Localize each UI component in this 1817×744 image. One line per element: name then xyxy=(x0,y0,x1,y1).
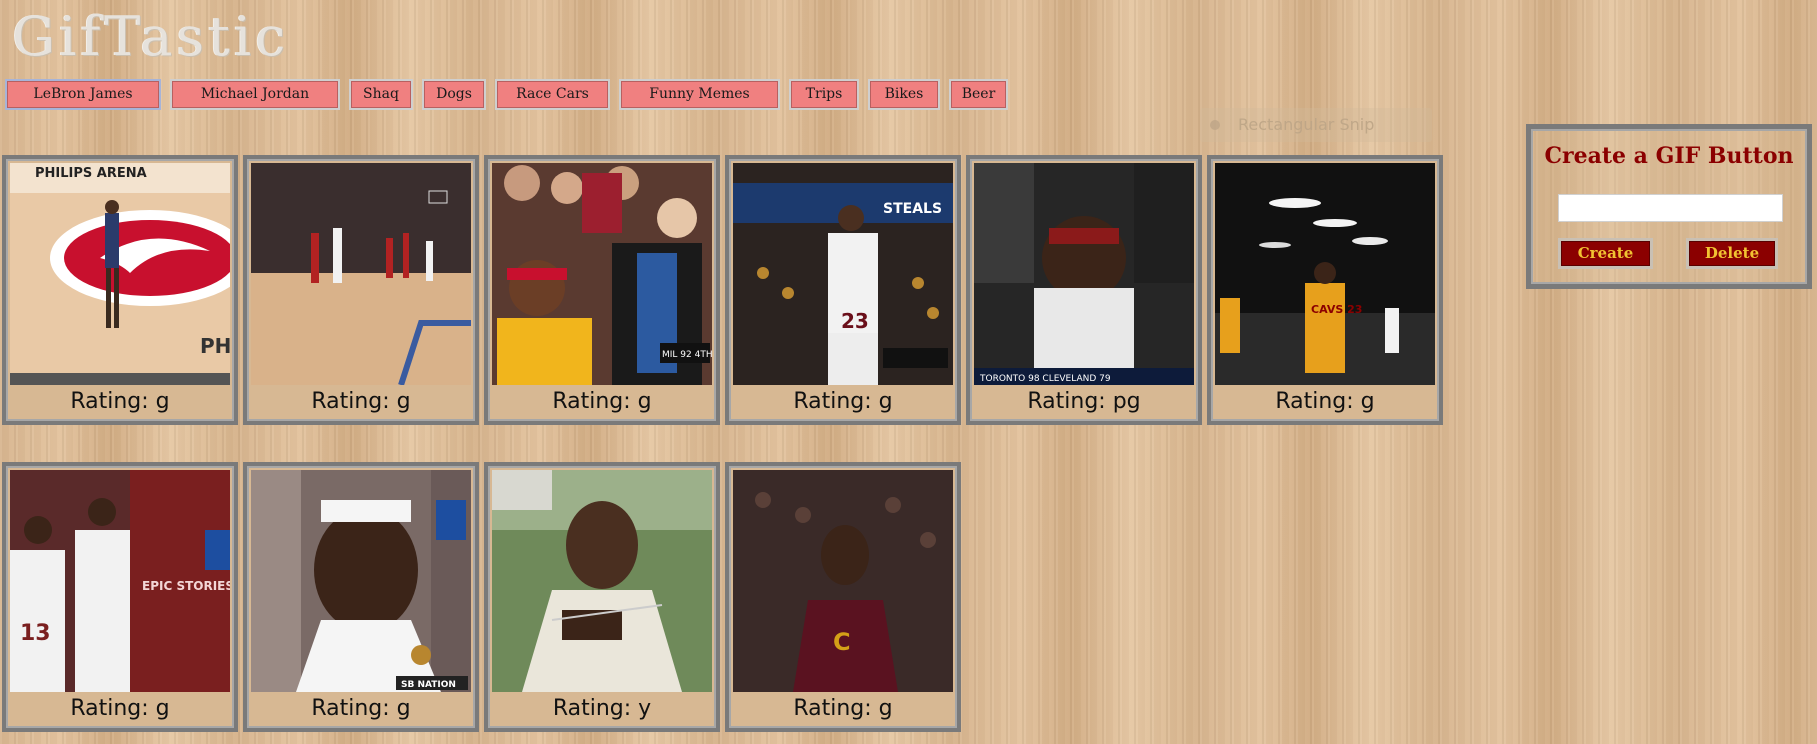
app-title: GifTastic xyxy=(12,5,290,68)
arena-logo-text: PHILIPS ARENA xyxy=(35,166,147,181)
gif-image-player-jersey-23[interactable]: STEALS 23 xyxy=(733,163,953,385)
gif-card[interactable]: Rating: g xyxy=(243,155,479,425)
gif-card[interactable]: EPIC STORIES 13 Rating: g xyxy=(2,462,238,732)
topic-button-beer[interactable]: Beer xyxy=(949,79,1008,110)
banner-text: STEALS xyxy=(883,201,942,217)
gif-image-player-closeup[interactable]: SB NATION xyxy=(251,470,471,692)
gif-image-basketball-game[interactable] xyxy=(251,163,471,385)
scoreboard-text: MIL 92 4TH xyxy=(662,350,712,360)
gif-image-player-outdoors[interactable] xyxy=(492,470,712,692)
snip-icon xyxy=(1210,120,1220,130)
gif-image-player-arena-lights[interactable]: CAVS 23 xyxy=(1215,163,1435,385)
gif-card[interactable]: MIL 92 4TH Rating: g xyxy=(484,155,720,425)
topic-button-funny-memes[interactable]: Funny Memes xyxy=(619,79,780,110)
gif-rating: Rating: pg xyxy=(1027,389,1141,414)
gif-card[interactable]: TORONTO 98 CLEVELAND 79 Rating: pg xyxy=(966,155,1202,425)
svg-text:23: 23 xyxy=(841,309,869,333)
gif-image-teammates-celebrate[interactable]: EPIC STORIES 13 xyxy=(10,470,230,692)
create-button[interactable]: Create xyxy=(1558,238,1653,269)
jersey-text: CAVS 23 xyxy=(1311,303,1362,316)
svg-text:C: C xyxy=(833,628,851,656)
gif-card[interactable]: CAVS 23 Rating: g xyxy=(1207,155,1443,425)
gif-image-courtside-fans[interactable]: MIL 92 4TH xyxy=(492,163,712,385)
topic-button-michael-jordan[interactable]: Michael Jordan xyxy=(170,79,340,110)
gif-rating: Rating: g xyxy=(311,389,411,414)
gif-rating: Rating: y xyxy=(552,696,652,721)
svg-text:13: 13 xyxy=(20,621,51,646)
rectangular-snip-overlay: Rectangular Snip xyxy=(1200,108,1432,142)
gif-rating: Rating: g xyxy=(552,389,652,414)
gif-card[interactable]: Rating: y xyxy=(484,462,720,732)
create-panel-title: Create a GIF Button xyxy=(1544,143,1794,169)
gif-card[interactable]: STEALS 23 Rating: g xyxy=(725,155,961,425)
scoreboard-text: TORONTO 98 CLEVELAND 79 xyxy=(979,374,1111,384)
gif-card[interactable]: C Rating: g xyxy=(725,462,961,732)
gif-card[interactable]: PHILIPS ARENA PH Rating: g xyxy=(2,155,238,425)
new-topic-input[interactable] xyxy=(1558,194,1783,222)
delete-button[interactable]: Delete xyxy=(1686,238,1778,269)
gif-image-arena-court[interactable]: PHILIPS ARENA PH xyxy=(10,163,230,385)
gif-card[interactable]: SB NATION Rating: g xyxy=(243,462,479,732)
gif-rating: Rating: g xyxy=(793,696,893,721)
svg-text:PH: PH xyxy=(200,334,230,358)
create-gif-button-panel: Create a GIF Button Create Delete xyxy=(1526,124,1812,289)
snip-label: Rectangular Snip xyxy=(1238,115,1375,134)
gif-image-player-game-focus[interactable]: C xyxy=(733,470,953,692)
topic-button-race-cars[interactable]: Race Cars xyxy=(495,79,610,110)
gif-rating: Rating: g xyxy=(70,389,170,414)
topic-button-trips[interactable]: Trips xyxy=(789,79,859,110)
topic-button-lebron-james[interactable]: LeBron James xyxy=(5,79,161,110)
gif-rating: Rating: g xyxy=(793,389,893,414)
topic-button-dogs[interactable]: Dogs xyxy=(422,79,486,110)
gif-rating: Rating: g xyxy=(311,696,411,721)
gif-image-player-headband[interactable]: TORONTO 98 CLEVELAND 79 xyxy=(974,163,1194,385)
gif-rating: Rating: g xyxy=(70,696,170,721)
topic-button-bikes[interactable]: Bikes xyxy=(868,79,940,110)
watermark-text: SB NATION xyxy=(401,680,456,690)
banner-text: EPIC STORIES xyxy=(142,579,230,593)
topic-button-shaq[interactable]: Shaq xyxy=(349,79,413,110)
gif-rating: Rating: g xyxy=(1275,389,1375,414)
